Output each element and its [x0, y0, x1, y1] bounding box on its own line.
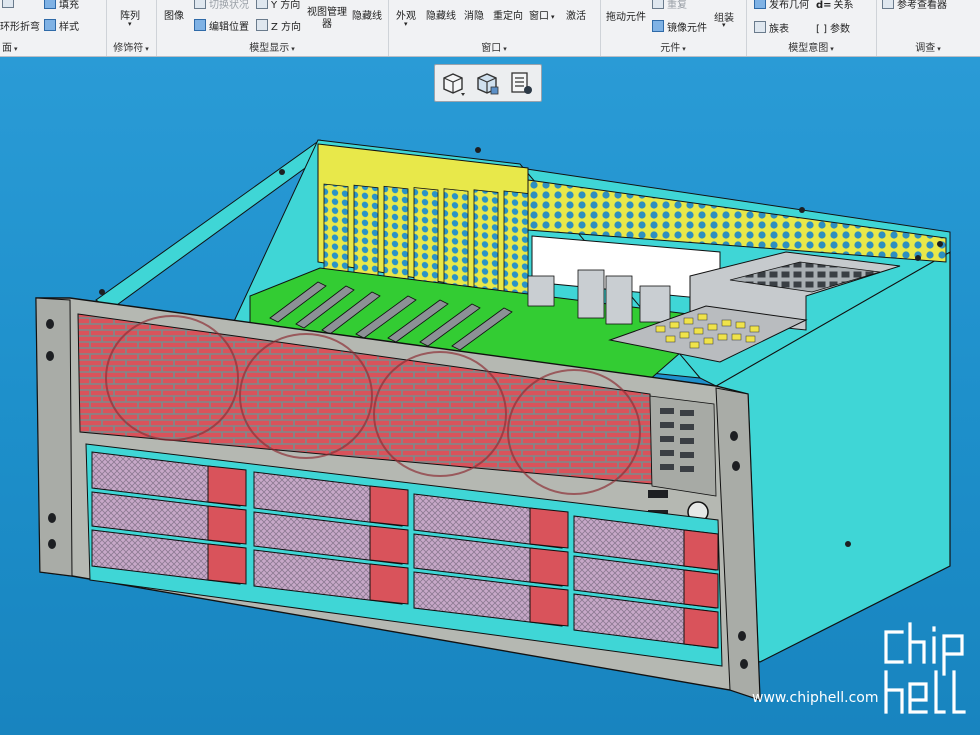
chiphell-logo — [884, 622, 966, 714]
saved-views-icon[interactable] — [439, 69, 467, 97]
server-chassis-model[interactable] — [0, 0, 980, 735]
view-manager-icon[interactable] — [507, 69, 535, 97]
left-rack-ear — [35, 297, 73, 577]
view-toolbar — [434, 64, 542, 102]
watermark-url: www.chiphell.com — [752, 690, 879, 706]
display-style-icon[interactable] — [473, 69, 501, 97]
usb-port — [648, 490, 668, 498]
